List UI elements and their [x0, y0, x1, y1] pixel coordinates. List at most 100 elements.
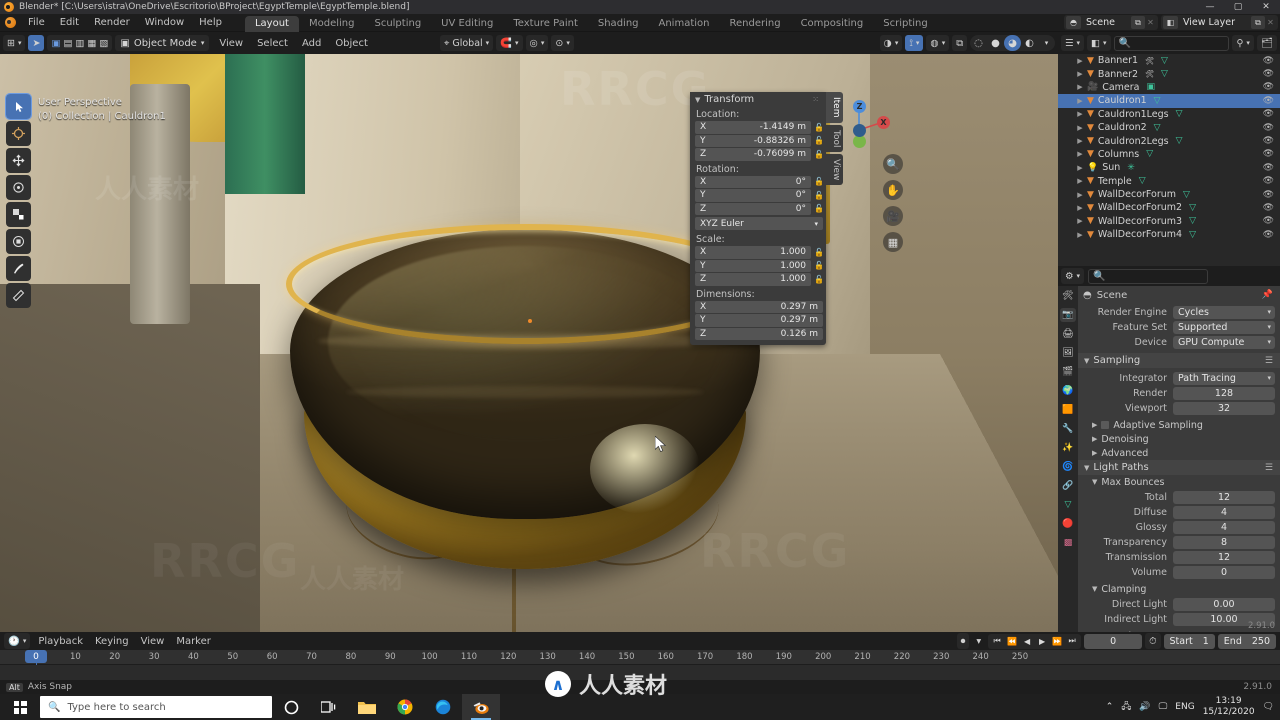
unlink-scene-button[interactable]: ✕ — [1145, 16, 1156, 29]
annotate-tool[interactable] — [6, 256, 31, 281]
world-tab[interactable]: 🌍 — [1060, 384, 1076, 398]
lock-icon[interactable]: 🔓 — [814, 275, 824, 284]
object-data-icon[interactable]: ▽ — [1154, 96, 1161, 106]
scene-selector[interactable]: ◓ Scene ⧉ ✕ — [1063, 15, 1158, 30]
scale-x-field[interactable]: X 1.000 — [695, 246, 811, 259]
outliner-item-camera[interactable]: ▶ 🎥 Camera ▣ 👁 — [1058, 81, 1280, 94]
lock-icon[interactable]: 🔓 — [814, 123, 824, 132]
outliner-item-walldecorforum4[interactable]: ▶ ▼ WallDecorForum4 ▽ 👁 — [1058, 228, 1280, 241]
prev-keyframe-icon[interactable]: ⏪ — [1005, 637, 1019, 646]
workspace-tab-modeling[interactable]: Modeling — [299, 16, 365, 32]
panel-collapse-icon[interactable]: ▼ — [695, 96, 700, 104]
dimensions-y-field[interactable]: Y 0.297 m — [695, 314, 823, 327]
visibility-selector[interactable]: ◑ ▾ — [879, 35, 903, 51]
bounce-total-field[interactable]: 12 — [1173, 490, 1275, 504]
shading-mode-group[interactable]: ◌ ● ◕ ◐ ▾ — [970, 35, 1055, 51]
workspace-tab-shading[interactable]: Shading — [588, 16, 649, 32]
transport-buttons[interactable]: ⏮ ⏪ ◀ ▶ ⏩ ⏭ — [988, 633, 1082, 649]
notifications-icon[interactable]: 🗨 — [1263, 702, 1274, 712]
outliner-item-cauldron2legs[interactable]: ▶ ▼ Cauldron2Legs ▽ 👁 — [1058, 134, 1280, 147]
remove-viewlayer-button[interactable]: ✕ — [1265, 16, 1276, 29]
timeline-playhead[interactable]: 0 — [25, 650, 47, 663]
rotation-mode-selector[interactable]: XYZ Euler ▾ — [695, 217, 823, 230]
select-box-tool[interactable] — [5, 93, 32, 120]
adaptive-sampling-row[interactable]: ▶ Adaptive Sampling — [1078, 418, 1280, 432]
start-button[interactable] — [0, 694, 40, 720]
location-z-field[interactable]: Z -0.76099 m — [695, 148, 811, 161]
outliner-item-walldecorforum2[interactable]: ▶ ▼ WallDecorForum2 ▽ 👁 — [1058, 201, 1280, 214]
outliner-item-walldecorforum[interactable]: ▶ ▼ WallDecorForum ▽ 👁 — [1058, 188, 1280, 201]
lock-icon[interactable]: 🔓 — [814, 261, 824, 270]
visibility-toggle-icon[interactable]: 👁 — [1263, 190, 1274, 200]
timeline-menu-playback[interactable]: Playback — [32, 634, 89, 649]
timeline-ruler[interactable]: 10 20 30 40 50 60 70 80 90 100 110 120 130 140 150 160 1… — [0, 650, 1280, 681]
object-data-icon[interactable]: ▽ — [1146, 149, 1153, 159]
visibility-toggle-icon[interactable]: 👁 — [1263, 96, 1274, 106]
next-keyframe-icon[interactable]: ⏩ — [1050, 637, 1064, 646]
properties-editor-type[interactable]: ⚙ ▾ — [1061, 268, 1085, 284]
viewlayer-tab[interactable]: 🖼 — [1060, 346, 1076, 360]
overlays-toggle[interactable]: ◍ ▾ — [926, 35, 950, 51]
expand-icon[interactable]: ▶ — [1076, 57, 1084, 65]
auto-keying-toggle[interactable]: ⏺ — [956, 633, 970, 649]
workspace-tab-animation[interactable]: Animation — [649, 16, 720, 32]
viewport-menu-add[interactable]: Add — [295, 36, 328, 51]
window-maximize-button[interactable]: ▢ — [1224, 0, 1252, 14]
expand-icon[interactable]: ▶ — [1076, 150, 1084, 158]
material-preview-button[interactable]: ◕ — [1004, 35, 1021, 51]
sidebar-tab-item[interactable]: Item — [826, 92, 843, 123]
menu-item-edit[interactable]: Edit — [53, 15, 86, 30]
transform-orientation-selector[interactable]: ⌖ Global ▾ — [440, 35, 494, 51]
outliner-filter-button[interactable]: ⚲ ▾ — [1232, 35, 1254, 51]
tray-volume-icon[interactable]: 🔊 — [1139, 702, 1150, 712]
file-explorer-icon[interactable] — [348, 694, 386, 720]
window-close-button[interactable]: ✕ — [1252, 0, 1280, 14]
proportional-edit-toggle[interactable]: ◎ ▾ — [525, 35, 549, 51]
jump-start-icon[interactable]: ⏮ — [990, 636, 1004, 646]
keying-popover[interactable]: ▾ — [972, 633, 985, 649]
lock-icon[interactable]: 🔓 — [814, 191, 824, 200]
gizmo-z-axis[interactable]: Z — [853, 100, 866, 113]
visibility-toggle-icon[interactable]: 👁 — [1263, 163, 1274, 173]
outliner-item-cauldron1[interactable]: ▶ ▼ Cauldron1 ▽ 👁 — [1058, 94, 1280, 108]
bounce-diffuse-field[interactable]: 4 — [1173, 505, 1275, 519]
viewport-menu-object[interactable]: Object — [328, 36, 375, 51]
max-bounces-row[interactable]: ▼ Max Bounces — [1078, 475, 1280, 489]
visibility-toggle-icon[interactable]: 👁 — [1263, 123, 1274, 133]
pin-icon[interactable]: 📌 — [1262, 290, 1273, 300]
dimensions-x-field[interactable]: X 0.297 m — [695, 300, 823, 313]
cursor-tool[interactable] — [6, 121, 31, 146]
bounce-transmission-field[interactable]: 12 — [1173, 550, 1275, 564]
expand-icon[interactable]: ▶ — [1076, 137, 1084, 145]
object-data-icon[interactable]: ▣ — [1147, 82, 1156, 92]
lock-icon[interactable]: 🔓 — [814, 248, 824, 257]
expand-icon[interactable]: ▶ — [1076, 177, 1084, 185]
render-tab[interactable]: 📷 — [1060, 308, 1076, 322]
editor-type-selector[interactable]: ⊞ ▾ — [3, 35, 26, 51]
viewport-menu-select[interactable]: Select — [250, 36, 295, 51]
timeline-editor-type[interactable]: 🕐 ▾ — [4, 633, 31, 649]
expand-icon[interactable]: ▶ — [1076, 231, 1084, 239]
xray-toggle[interactable]: ⧉ — [952, 35, 967, 51]
outliner-new-collection-button[interactable]: 🗂 — [1256, 35, 1277, 51]
object-data-icon[interactable]: ▽ — [1161, 69, 1168, 79]
solid-shading-button[interactable]: ● — [987, 35, 1004, 51]
integrator-dropdown[interactable]: Path Tracing ▾ — [1173, 371, 1275, 385]
tray-display-icon[interactable]: 🖵 — [1159, 702, 1168, 712]
sidebar-tab-tool[interactable]: Tool — [826, 124, 843, 152]
timeline-menu-marker[interactable]: Marker — [170, 634, 217, 649]
lock-icon[interactable]: 🔓 — [814, 150, 824, 159]
frame-range-fields[interactable]: Start 1 — [1163, 633, 1215, 649]
end-frame-field[interactable]: End 250 — [1217, 633, 1276, 649]
clamping-row[interactable]: ▼ Clamping — [1078, 582, 1280, 596]
zoom-icon[interactable]: 🔍 — [883, 154, 903, 174]
blender-menu-icon[interactable] — [3, 16, 17, 29]
grid-icon[interactable]: ▦ — [883, 232, 903, 252]
workspace-tab-compositing[interactable]: Compositing — [791, 16, 874, 32]
adaptive-sampling-checkbox[interactable] — [1101, 421, 1110, 429]
object-data-icon[interactable]: ▽ — [1189, 203, 1196, 213]
viewport-menu-view[interactable]: View — [212, 36, 250, 51]
object-data-icon[interactable]: ▽ — [1139, 176, 1146, 186]
taskbar-search-input[interactable]: 🔍 Type here to search — [40, 696, 272, 718]
sampling-presets-icon[interactable]: ☰ — [1265, 356, 1273, 366]
